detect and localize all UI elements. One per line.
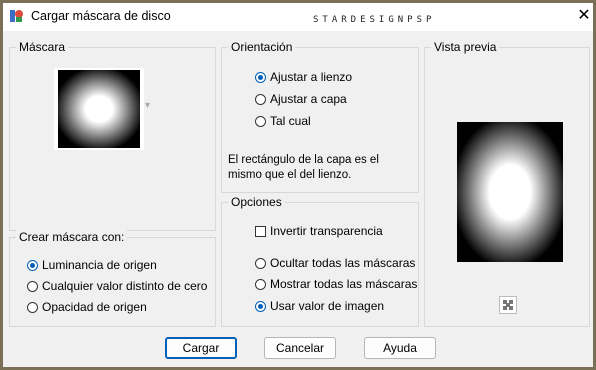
radio-button-icon [255, 115, 266, 127]
checkbox-invert-transparency[interactable]: Invertir transparencia [255, 224, 383, 238]
radio-label: Ajustar a lienzo [270, 70, 353, 84]
radio-button-icon [255, 257, 266, 269]
preview-group-title: Vista previa [431, 40, 500, 54]
orientation-description: El rectángulo de la capa es el mismo que… [228, 153, 413, 183]
orientation-group-title: Orientación [228, 40, 296, 54]
transparency-toggle-button[interactable] [499, 296, 517, 314]
radio-fit-layer[interactable]: Ajustar a capa [255, 92, 347, 106]
radio-button-icon [255, 300, 266, 312]
title-bar: Cargar máscara de disco STARDESIGNPSP ✕ [3, 3, 593, 31]
radio-label: Tal cual [270, 114, 311, 128]
radio-label: Opacidad de origen [42, 300, 147, 314]
radio-label: Mostrar todas las máscaras [270, 277, 418, 291]
mask-dropdown-arrow-icon[interactable]: ▾ [145, 100, 150, 111]
app-icon [10, 10, 23, 22]
checkbox-label: Invertir transparencia [270, 224, 383, 238]
load-button[interactable]: Cargar [165, 337, 237, 359]
help-button[interactable]: Ayuda [364, 337, 436, 359]
radio-button-icon [255, 93, 266, 105]
description-line: mismo que el del lienzo. [228, 169, 352, 181]
preview-image [457, 122, 563, 262]
watermark-text: STARDESIGNPSP [313, 15, 436, 25]
radio-button-icon [27, 280, 38, 292]
radio-label: Luminancia de origen [42, 258, 157, 272]
radio-any-nonzero[interactable]: Cualquier valor distinto de cero [27, 279, 207, 293]
window-title: Cargar máscara de disco [31, 9, 171, 23]
radio-source-luminance[interactable]: Luminancia de origen [27, 258, 157, 272]
radio-use-image-value[interactable]: Usar valor de imagen [255, 299, 384, 313]
options-group: Opciones Invertir transparencia Ocultar … [221, 195, 419, 327]
radio-button-icon [27, 301, 38, 313]
radio-source-opacity[interactable]: Opacidad de origen [27, 300, 147, 314]
preview-group: Vista previa [424, 40, 590, 327]
cancel-button[interactable]: Cancelar [264, 337, 336, 359]
radio-label: Ocultar todas las máscaras [270, 256, 416, 270]
dialog-window: Cargar máscara de disco STARDESIGNPSP ✕ … [0, 0, 596, 370]
radio-fit-canvas[interactable]: Ajustar a lienzo [255, 70, 352, 84]
radio-label: Ajustar a capa [270, 92, 347, 106]
radio-button-icon [27, 259, 38, 271]
radio-label: Cualquier valor distinto de cero [42, 279, 208, 293]
radio-hide-all-masks[interactable]: Ocultar todas las máscaras [255, 256, 415, 270]
mask-group: Máscara ▾ [9, 40, 216, 231]
radio-button-icon [255, 71, 266, 83]
create-mask-group-title: Crear máscara con: [16, 230, 128, 244]
checkbox-icon [255, 225, 266, 237]
description-line: El rectángulo de la capa es el [228, 154, 379, 166]
radio-label: Usar valor de imagen [270, 299, 385, 313]
mask-thumbnail-image [58, 70, 140, 148]
mask-group-title: Máscara [16, 40, 69, 54]
orientation-group: Orientación Ajustar a lienzo Ajustar a c… [221, 40, 419, 193]
mask-thumbnail[interactable] [54, 68, 144, 150]
close-button[interactable]: ✕ [573, 5, 595, 27]
close-icon: ✕ [577, 7, 591, 24]
radio-button-icon [255, 278, 266, 290]
create-mask-group: Crear máscara con: Luminancia de origen … [9, 230, 216, 327]
options-group-title: Opciones [228, 195, 285, 209]
radio-as-is[interactable]: Tal cual [255, 114, 311, 128]
radio-show-all-masks[interactable]: Mostrar todas las máscaras [255, 277, 417, 291]
checkerboard-icon [503, 300, 513, 310]
